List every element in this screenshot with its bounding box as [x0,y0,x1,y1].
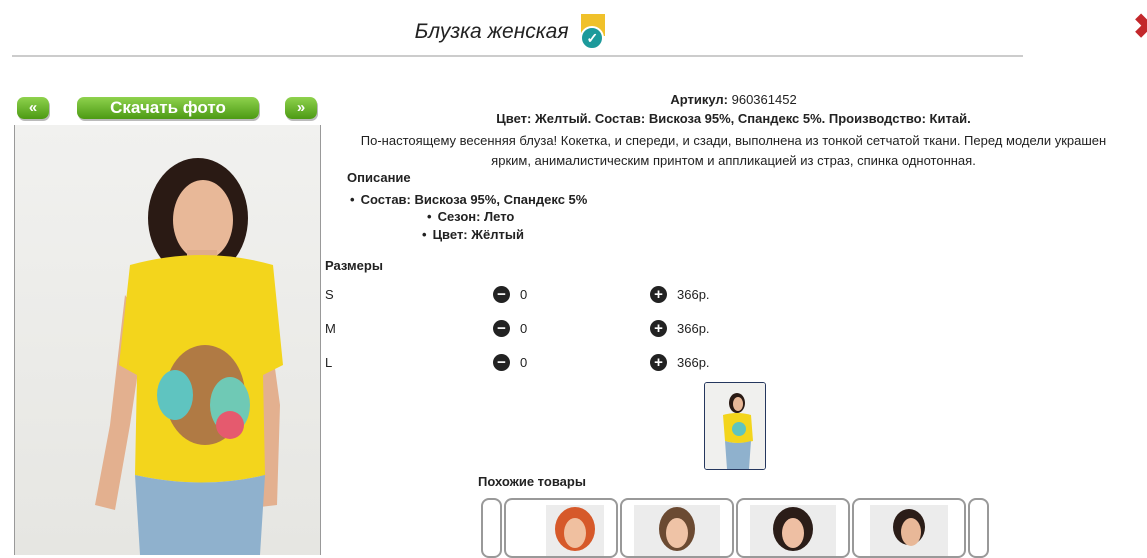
decrease-qty-m-icon[interactable]: − [493,320,510,337]
main-product-photo[interactable] [14,125,321,555]
next-photo-button[interactable]: » [285,97,317,119]
sku-label: Артикул: [670,92,728,107]
spec-item-season: Сезон: Лето [427,209,515,224]
sku-value: 960361452 [731,92,797,107]
similar-prev-card[interactable] [481,498,502,558]
product-title-bar: Блузка женская ✓ [0,14,1023,50]
similar-products-heading: Похожие товары [478,474,586,489]
download-photo-button[interactable]: Скачать фото [77,97,259,119]
similar-product-card[interactable] [620,498,734,558]
size-label-s: S [325,287,334,302]
decrease-qty-s-icon[interactable]: − [493,286,510,303]
verified-badge-icon: ✓ [578,14,608,50]
spec-item-color: Цвет: Жёлтый [422,227,524,242]
sku-line: Артикул: 960361452 [320,92,1147,107]
similar-product-card[interactable] [852,498,966,558]
decrease-qty-l-icon[interactable]: − [493,354,510,371]
description-line: ярким, анималистическим принтом и апплик… [491,153,976,168]
product-summary: Цвет: Желтый. Состав: Вискоза 95%, Спанд… [496,111,971,126]
price-s: 366р. [677,287,710,302]
size-label-l: L [325,355,333,370]
photo-thumbnail[interactable] [704,382,766,470]
qty-s: 0 [520,287,528,302]
increase-qty-l-icon[interactable]: + [650,354,667,371]
qty-l: 0 [520,355,528,370]
spec-item-composition: Состав: Вискоза 95%, Спандекс 5% [350,192,588,207]
sizes-heading: Размеры [325,258,383,273]
header-divider [12,55,1023,57]
description-heading: Описание [347,170,411,185]
similar-product-card[interactable] [504,498,618,558]
increase-qty-s-icon[interactable]: + [650,286,667,303]
increase-qty-m-icon[interactable]: + [650,320,667,337]
price-m: 366р. [677,321,710,336]
similar-product-card[interactable] [736,498,850,558]
page-title: Блузка женская [414,20,569,43]
description-line: По-настоящему весенняя блуза! Кокетка, и… [360,133,1107,148]
price-l: 366р. [677,355,710,370]
close-icon[interactable]: ✖ [1133,12,1147,42]
product-description: По-настоящему весенняя блуза! Кокетка, и… [320,131,1147,171]
similar-next-card[interactable] [968,498,989,558]
prev-photo-button[interactable]: « [17,97,49,119]
size-label-m: M [325,321,336,336]
qty-m: 0 [520,321,528,336]
